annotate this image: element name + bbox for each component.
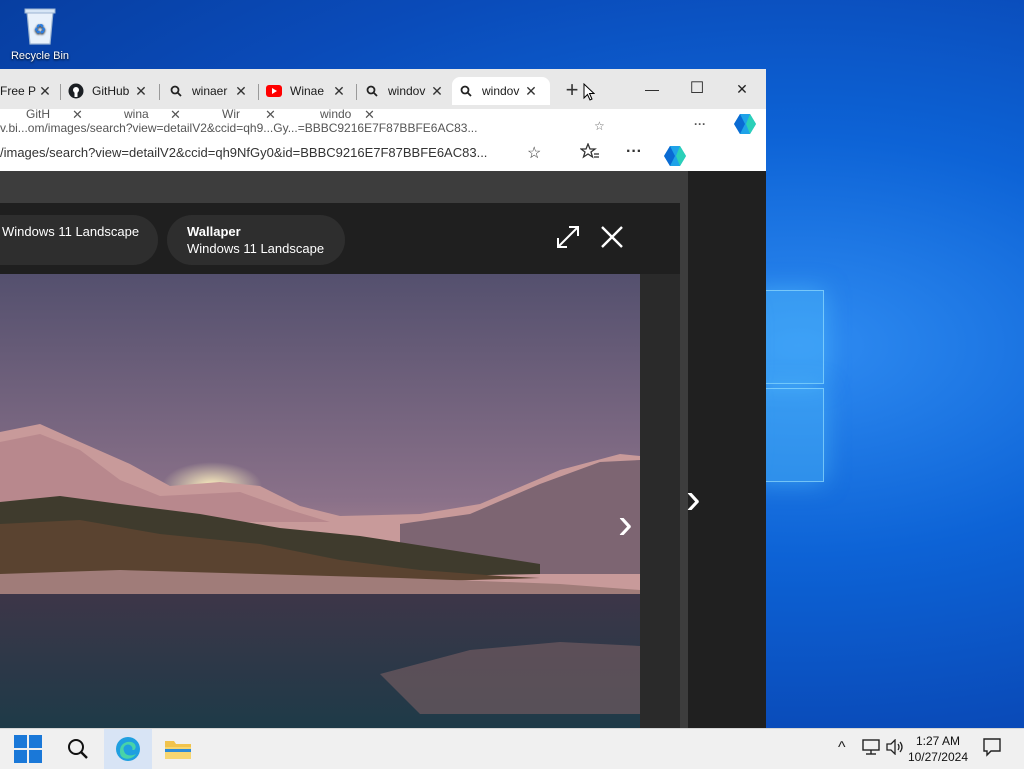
pill-title: Wallaper	[187, 224, 241, 239]
pill-subtitle: Windows 11 Landscape	[2, 224, 140, 239]
browser-window: Free Pr ✕ GitHub ✕ winaer ✕ Winae ✕	[0, 69, 766, 728]
related-pill[interactable]: Windows 11 Landscape	[0, 215, 158, 265]
ghost-more-icon: ···	[694, 117, 706, 131]
more-options-icon[interactable]: ···	[626, 143, 642, 161]
tab[interactable]: Winae ✕	[260, 77, 354, 105]
search-icon	[364, 83, 380, 99]
tab-label: windov	[482, 84, 520, 98]
search-icon	[168, 83, 184, 99]
next-image-strip[interactable]	[640, 274, 680, 728]
ghost-url-text: v.bi...om/images/search?view=detailV2&cc…	[0, 121, 478, 135]
ghost-tab-row: GitH ✕ wina ✕ Wir ✕ windo ✕ v.bi...om/im…	[0, 107, 766, 138]
tab-label: winaer	[192, 84, 228, 98]
search-icon	[68, 739, 88, 759]
expand-icon[interactable]	[555, 224, 581, 257]
tab-close-icon[interactable]: ✕	[428, 83, 446, 100]
windows-logo-icon	[14, 735, 42, 763]
recycle-bin-shortcut[interactable]: ♻ Recycle Bin	[6, 6, 74, 62]
start-button[interactable]	[4, 729, 52, 769]
favorites-icon[interactable]	[579, 142, 600, 166]
tab-label: windov	[388, 84, 426, 98]
search-icon	[458, 83, 474, 99]
toolbar: GitH ✕ wina ✕ Wir ✕ windo ✕ v.bi...om/im…	[0, 107, 766, 172]
folder-icon	[165, 741, 191, 759]
url-text[interactable]: /images/search?view=detailV2&ccid=qh9NfG…	[0, 145, 487, 160]
ghost-tab-label: windo	[320, 107, 352, 121]
copilot-icon[interactable]	[663, 145, 687, 172]
minimize-button[interactable]: —	[632, 75, 672, 103]
network-icon[interactable]	[862, 739, 880, 758]
landscape-image[interactable]	[0, 274, 640, 728]
clock-date: 10/27/2024	[907, 750, 968, 764]
tab-close-icon[interactable]: ✕	[330, 83, 348, 100]
taskbar: ^ 1:27 AM 10/27/2024	[0, 728, 1024, 769]
tab[interactable]: Free Pr ✕	[0, 77, 58, 105]
tab-label: Free Pr	[0, 84, 36, 98]
tab[interactable]: windov ✕	[358, 77, 450, 105]
edge-taskbar-button[interactable]	[104, 729, 152, 769]
ghost-next-chevron-icon: ›	[686, 474, 701, 523]
ghost-tab-label: GitH	[26, 107, 50, 121]
mouse-cursor-icon	[583, 82, 596, 106]
copilot-icon[interactable]	[733, 113, 757, 138]
ghost-tab-label: wina	[124, 107, 149, 121]
next-image-chevron-icon[interactable]: ›	[618, 499, 633, 549]
tab-strip: Free Pr ✕ GitHub ✕ winaer ✕ Winae ✕	[0, 69, 766, 109]
tab-label: GitHub	[92, 84, 130, 98]
tab-close-icon[interactable]: ✕	[232, 83, 250, 100]
volume-icon[interactable]	[886, 738, 904, 758]
recycle-bin-label: Recycle Bin	[10, 50, 70, 62]
edge-icon	[116, 737, 140, 761]
file-explorer-button[interactable]	[154, 729, 202, 769]
pill-subtitle: Windows 11 Landscape	[187, 241, 325, 256]
tray-chevron-icon[interactable]: ^	[838, 739, 846, 757]
youtube-icon	[266, 83, 282, 99]
ghost-star-icon: ☆	[594, 119, 605, 133]
tab-label: Winae	[290, 84, 325, 98]
new-tab-button[interactable]: +	[560, 79, 584, 103]
wallpaper-pill[interactable]: Wallaper Windows 11 Landscape	[167, 215, 345, 265]
github-icon	[68, 83, 84, 99]
favorite-star-icon[interactable]: ☆	[527, 143, 541, 163]
close-window-button[interactable]: ✕	[722, 75, 762, 103]
ghost-tab-label: Wir	[222, 107, 240, 121]
recycle-bin-icon: ♻	[23, 6, 57, 46]
tab-close-icon[interactable]: ✕	[522, 83, 540, 100]
tab-close-icon[interactable]: ✕	[36, 83, 54, 100]
tab-active[interactable]: windov ✕	[452, 77, 550, 105]
maximize-button[interactable]: ☐	[677, 75, 717, 103]
close-viewer-icon[interactable]	[600, 225, 624, 256]
tab-close-icon[interactable]: ✕	[132, 83, 150, 100]
svg-text:♻: ♻	[34, 21, 47, 37]
tab[interactable]: winaer ✕	[162, 77, 256, 105]
clock[interactable]: 1:27 AM 10/27/2024	[908, 733, 968, 765]
search-button[interactable]	[54, 729, 102, 769]
tab[interactable]: GitHub ✕	[62, 77, 156, 105]
notifications-icon[interactable]	[982, 737, 1002, 760]
clock-time: 1:27 AM	[915, 734, 960, 748]
